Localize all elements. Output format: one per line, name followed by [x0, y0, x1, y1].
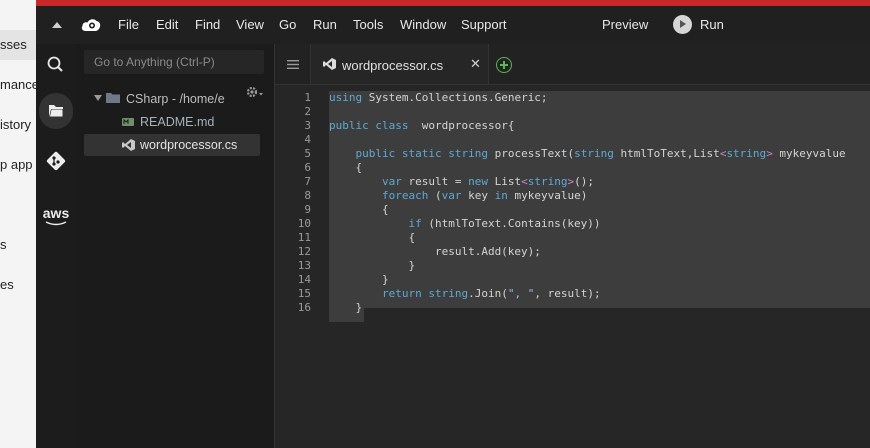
line-number: 5: [304, 147, 311, 160]
menu-find[interactable]: Find: [195, 17, 220, 32]
tree-file-wordprocessor[interactable]: wordprocessor.cs: [140, 138, 237, 152]
chevron-down-icon[interactable]: [94, 95, 102, 101]
left-page-item[interactable]: es: [0, 277, 14, 292]
goto-anything-input[interactable]: Go to Anything (Ctrl-P): [84, 50, 264, 74]
code-line[interactable]: {: [329, 203, 870, 217]
run-icon[interactable]: [673, 15, 692, 34]
code-line[interactable]: using System.Collections.Generic;: [329, 91, 870, 105]
left-page-item[interactable]: istory: [0, 117, 31, 132]
left-page-item[interactable]: s: [0, 237, 7, 252]
menu-window[interactable]: Window: [400, 17, 446, 32]
line-number-gutter: 1 2 3 4 5 6 7 8 9 10 11 12 13 14 15 16: [275, 91, 311, 315]
folder-icon: [106, 93, 120, 103]
icon-rail: aws: [36, 44, 76, 448]
menu-file[interactable]: File: [118, 17, 139, 32]
line-number: 16: [297, 301, 311, 314]
search-icon[interactable]: [36, 50, 76, 80]
line-number: 9: [304, 203, 311, 216]
line-number: 13: [297, 259, 311, 272]
menu-go[interactable]: Go: [279, 17, 296, 32]
code-line[interactable]: {: [329, 231, 870, 245]
svg-text:aws: aws: [43, 205, 70, 221]
code-line[interactable]: result.Add(key);: [329, 245, 870, 259]
code-line[interactable]: [329, 133, 870, 147]
line-number: 12: [297, 245, 311, 258]
code-line[interactable]: }: [329, 259, 870, 273]
aws-icon[interactable]: aws: [36, 200, 76, 230]
menu-edit[interactable]: Edit: [156, 17, 178, 32]
code-line[interactable]: {: [329, 161, 870, 175]
markdown-file-icon: [122, 118, 134, 126]
left-page-item[interactable]: sses: [0, 37, 27, 52]
tab-bar: wordprocessor.cs ✕: [275, 44, 870, 85]
file-tree-panel: Go to Anything (Ctrl-P) CSharp - /home/e…: [76, 44, 274, 448]
editor-pane: wordprocessor.cs ✕ 1 2 3 4 5 6 7 8 9 10 …: [274, 44, 870, 448]
code-line[interactable]: if (htmlToText.Contains(key)): [329, 217, 870, 231]
code-line[interactable]: public static string processText(string …: [329, 147, 870, 161]
code-line[interactable]: }: [329, 273, 870, 287]
cloud9-logo-icon[interactable]: [81, 18, 101, 32]
menubar: File Edit Find View Go Run Tools Window …: [36, 6, 870, 44]
code-line[interactable]: public class wordprocessor{: [329, 119, 870, 133]
git-icon[interactable]: [36, 146, 76, 176]
vscode-file-icon: [323, 58, 336, 70]
code-line[interactable]: }: [329, 301, 870, 315]
background-browser-page: sses mance istory p app s es: [0, 0, 36, 448]
gear-icon[interactable]: [244, 84, 264, 100]
menu-tools[interactable]: Tools: [353, 17, 383, 32]
line-number: 6: [304, 161, 311, 174]
line-number: 7: [304, 175, 311, 188]
tree-file-readme[interactable]: README.md: [140, 115, 214, 129]
menu-support[interactable]: Support: [461, 17, 507, 32]
tab-label: wordprocessor.cs: [342, 58, 444, 73]
menu-view[interactable]: View: [236, 17, 264, 32]
code-line[interactable]: [329, 105, 870, 119]
tree-root-folder[interactable]: CSharp - /home/e: [126, 92, 225, 106]
vscode-file-icon: [122, 139, 135, 151]
code-editor[interactable]: using System.Collections.Generic; public…: [329, 91, 870, 315]
code-line[interactable]: foreach (var key in mykeyvalue): [329, 189, 870, 203]
menu-run[interactable]: Run: [313, 17, 337, 32]
add-tab-icon[interactable]: [496, 57, 512, 73]
line-number: 8: [304, 189, 311, 202]
line-number: 10: [297, 217, 311, 230]
line-number: 11: [297, 231, 311, 244]
line-number: 2: [304, 105, 311, 118]
line-number: 4: [304, 133, 311, 146]
cloud9-ide: File Edit Find View Go Run Tools Window …: [36, 0, 870, 448]
run-button[interactable]: Run: [700, 17, 724, 32]
left-page-item[interactable]: p app: [0, 157, 33, 172]
line-number: 14: [297, 273, 311, 286]
code-line[interactable]: return string.Join(", ", result);: [329, 287, 870, 301]
code-line[interactable]: var result = new List<string>();: [329, 175, 870, 189]
left-page-item[interactable]: mance: [0, 77, 36, 92]
line-number: 15: [297, 287, 311, 300]
line-number: 3: [304, 119, 311, 132]
menu-icon[interactable]: [287, 60, 299, 69]
folder-icon[interactable]: [36, 96, 76, 126]
tab-wordprocessor[interactable]: wordprocessor.cs ✕: [310, 44, 489, 84]
close-icon[interactable]: ✕: [470, 56, 481, 72]
line-number: 1: [304, 91, 311, 104]
collapse-menu-icon[interactable]: [52, 22, 62, 28]
preview-button[interactable]: Preview: [602, 17, 648, 32]
